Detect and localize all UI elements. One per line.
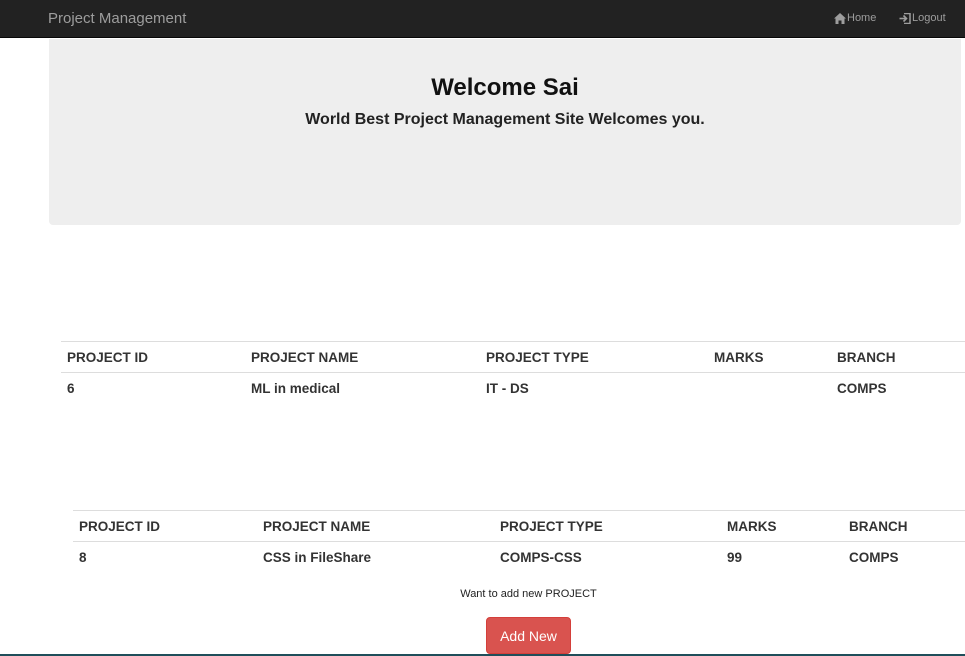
project-table-1: PROJECT ID PROJECT NAME PROJECT TYPE MAR…	[61, 341, 965, 403]
nav-logout-link[interactable]: Logout	[899, 12, 946, 24]
home-icon	[834, 12, 846, 24]
welcome-jumbotron: Welcome Sai World Best Project Managemen…	[49, 39, 961, 225]
table-header-row: PROJECT ID PROJECT NAME PROJECT TYPE MAR…	[61, 341, 965, 373]
table-header-row: PROJECT ID PROJECT NAME PROJECT TYPE MAR…	[73, 510, 965, 542]
cell-project-id: 8	[79, 549, 87, 565]
navbar-brand[interactable]: Project Management	[48, 10, 186, 27]
cell-project-name: CSS in FileShare	[263, 549, 372, 565]
cell-branch: COMPS	[837, 380, 887, 396]
column-header-project-id: PROJECT ID	[67, 349, 149, 365]
column-header-project-name: PROJECT NAME	[251, 349, 359, 365]
cell-project-id: 6	[67, 380, 75, 396]
cell-branch: COMPS	[849, 549, 899, 565]
column-header-branch: BRANCH	[849, 518, 908, 534]
welcome-tagline: World Best Project Management Site Welco…	[305, 111, 705, 128]
cell-project-type: IT - DS	[486, 380, 529, 396]
cell-marks: 99	[727, 549, 743, 565]
cell-project-name: ML in medical	[251, 380, 341, 396]
column-header-marks: MARKS	[714, 349, 764, 365]
column-header-project-id: PROJECT ID	[79, 518, 161, 534]
table-row: 6 ML in medical IT - DS COMPS	[61, 373, 965, 404]
nav-home-link[interactable]: Home	[834, 12, 876, 24]
add-new-button[interactable]: Add New	[486, 617, 571, 654]
cell-project-type: COMPS-CSS	[500, 549, 582, 565]
welcome-heading: Welcome Sai	[431, 74, 579, 101]
log-in-icon	[899, 12, 911, 24]
column-header-project-type: PROJECT TYPE	[500, 518, 603, 534]
add-project-prompt: Want to add new PROJECT	[460, 588, 597, 600]
nav-home-label: Home	[847, 12, 877, 24]
cell-marks	[708, 373, 831, 404]
column-header-marks: MARKS	[727, 518, 777, 534]
nav-logout-label: Logout	[912, 12, 946, 24]
project-table-2: PROJECT ID PROJECT NAME PROJECT TYPE MAR…	[73, 510, 965, 572]
navbar: Project Management Home Logout	[0, 0, 965, 38]
column-header-branch: BRANCH	[837, 349, 896, 365]
column-header-project-type: PROJECT TYPE	[486, 349, 589, 365]
column-header-project-name: PROJECT NAME	[263, 518, 371, 534]
table-row: 8 CSS in FileShare COMPS-CSS 99 COMPS	[73, 542, 965, 573]
